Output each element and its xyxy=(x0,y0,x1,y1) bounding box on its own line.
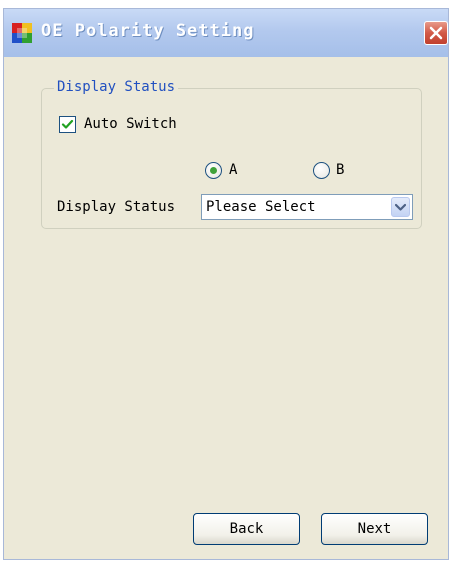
dropdown-button[interactable] xyxy=(391,197,410,217)
title-bar[interactable]: OE Polarity Setting xyxy=(4,9,448,57)
close-button[interactable] xyxy=(424,21,448,45)
radio-b-label: B xyxy=(336,162,345,178)
auto-switch-checkbox[interactable] xyxy=(59,116,76,133)
auto-switch-label: Auto Switch xyxy=(84,116,177,132)
display-status-select[interactable]: Please Select xyxy=(201,194,413,220)
chevron-down-icon xyxy=(395,203,406,211)
display-status-label: Display Status xyxy=(57,199,176,215)
next-button[interactable]: Next xyxy=(321,513,428,545)
radio-a[interactable] xyxy=(205,162,222,179)
app-icon xyxy=(12,23,32,43)
window-title: OE Polarity Setting xyxy=(41,21,255,41)
radio-b[interactable] xyxy=(313,162,330,179)
radio-selected-dot xyxy=(210,167,217,174)
close-icon xyxy=(429,26,443,40)
check-icon xyxy=(61,119,74,129)
display-status-value: Please Select xyxy=(206,199,316,215)
back-button[interactable]: Back xyxy=(193,513,300,545)
radio-a-label: A xyxy=(229,162,238,178)
group-title: Display Status xyxy=(54,79,179,95)
